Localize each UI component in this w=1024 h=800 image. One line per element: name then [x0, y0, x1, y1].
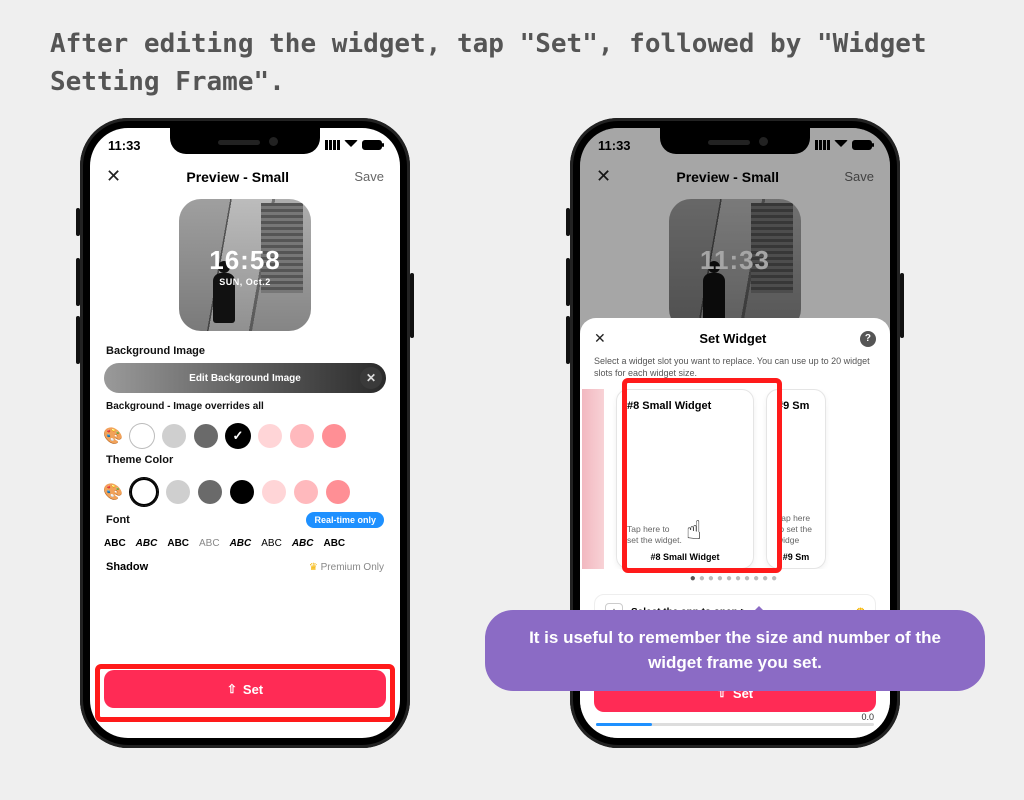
- color-swatch[interactable]: [130, 424, 154, 448]
- section-bg-image: Background Image: [90, 341, 400, 363]
- tap-hand-icon: ☝︎: [686, 515, 702, 546]
- widget-slot-9[interactable]: #9 Sm Tap here to set the widge #9 Sm: [766, 389, 826, 569]
- theme-color-row: 🎨: [90, 472, 400, 508]
- font-options-row[interactable]: ABCABCABCABCABCABCABCABC: [90, 534, 400, 555]
- close-icon[interactable]: ✕: [594, 330, 606, 347]
- palette-icon[interactable]: 🎨: [104, 427, 122, 445]
- widget-date: SUN, Oct.2: [179, 277, 311, 287]
- phone-notch: [660, 128, 810, 154]
- sheet-description: Select a widget slot you want to replace…: [594, 355, 876, 379]
- palette-icon[interactable]: 🎨: [104, 483, 122, 501]
- clear-bg-icon[interactable]: ✕: [360, 367, 382, 389]
- color-swatch-selected[interactable]: [130, 478, 158, 506]
- widget-preview: 16:58 SUN, Oct.2: [179, 199, 311, 331]
- progress-value: 0.0: [861, 712, 874, 722]
- color-swatch[interactable]: [166, 480, 190, 504]
- screen-title: Preview - Small: [186, 169, 289, 185]
- section-theme-color: Theme Color: [90, 450, 400, 472]
- close-icon[interactable]: ✕: [106, 166, 121, 187]
- tip-callout: It is useful to remember the size and nu…: [485, 610, 985, 691]
- battery-icon: [362, 140, 382, 150]
- realtime-badge: Real-time only: [306, 512, 384, 528]
- section-font: Font Real-time only: [90, 508, 400, 534]
- color-swatch[interactable]: [198, 480, 222, 504]
- color-swatch[interactable]: [294, 480, 318, 504]
- phone-mockup-left: 11:33 ✕ Preview - Small Save 16:58 SUN, …: [80, 118, 410, 748]
- color-swatch[interactable]: [290, 424, 314, 448]
- phone-notch: [170, 128, 320, 154]
- color-swatch[interactable]: [194, 424, 218, 448]
- share-icon: ⇧: [227, 682, 237, 696]
- widget-slot-8[interactable]: #8 Small Widget Tap here to set the widg…: [616, 389, 754, 569]
- color-swatch[interactable]: [230, 480, 254, 504]
- section-shadow: Shadow ♛ Premium Only: [90, 555, 400, 579]
- section-bg-override: Background - Image overrides all: [90, 393, 400, 418]
- color-swatch[interactable]: [262, 480, 286, 504]
- color-swatch[interactable]: [322, 424, 346, 448]
- color-swatch[interactable]: [326, 480, 350, 504]
- color-swatch[interactable]: [258, 424, 282, 448]
- instruction-headline: After editing the widget, tap "Set", fol…: [50, 26, 1024, 101]
- widget-slot-partial[interactable]: [582, 389, 604, 569]
- edit-background-button[interactable]: Edit Background Image ✕: [104, 363, 386, 393]
- color-swatch[interactable]: [162, 424, 186, 448]
- color-swatch-selected[interactable]: [226, 424, 250, 448]
- background-color-row: 🎨: [90, 418, 400, 450]
- save-button[interactable]: Save: [354, 169, 384, 184]
- help-icon[interactable]: ?: [860, 331, 876, 347]
- set-button[interactable]: ⇧ Set: [104, 670, 386, 708]
- wifi-icon: [344, 138, 358, 152]
- widget-time: 16:58: [179, 245, 311, 276]
- page-dots: ●●●●●●●●●●: [594, 573, 876, 584]
- signal-icon: [325, 140, 340, 150]
- progress-bar[interactable]: [596, 723, 874, 726]
- crown-icon: ♛: [309, 562, 318, 573]
- status-time: 11:33: [108, 138, 141, 153]
- sheet-title: Set Widget: [699, 331, 766, 346]
